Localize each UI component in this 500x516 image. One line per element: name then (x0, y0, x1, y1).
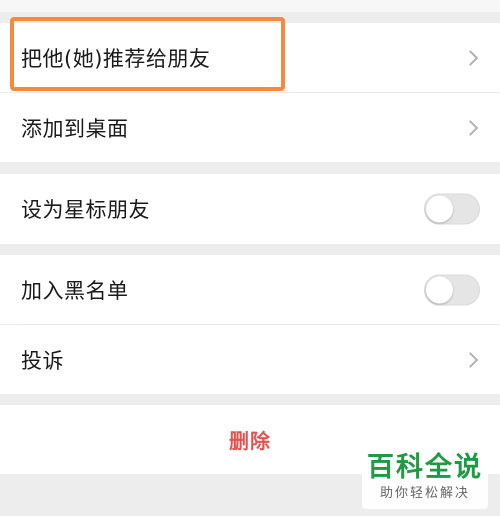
star-friend-toggle[interactable] (424, 193, 480, 225)
add-to-desktop-label: 添加到桌面 (21, 116, 129, 141)
star-friend-label: 设为星标朋友 (21, 198, 150, 222)
chevron-right-icon (462, 119, 479, 136)
watermark-title: 百科全说 (367, 452, 483, 483)
chevron-right-icon (462, 351, 479, 368)
blacklist-label: 加入黑名单 (21, 278, 129, 303)
star-friend-row: 设为星标朋友 (0, 174, 500, 244)
watermark-logo: 百科全说 助你轻松解决 (362, 451, 488, 509)
top-edge-strip (0, 0, 500, 12)
recommend-to-friend-label: 把他(她)推荐给朋友 (21, 46, 211, 71)
complain-label: 投诉 (21, 348, 64, 373)
recommend-to-friend-row[interactable]: 把他(她)推荐给朋友 (0, 23, 500, 92)
toggle-knob (426, 195, 453, 223)
blacklist-toggle[interactable] (424, 274, 480, 305)
chevron-right-icon (462, 49, 479, 66)
blacklist-row: 加入黑名单 (0, 255, 500, 324)
watermark-subtitle: 助你轻松解决 (379, 486, 470, 501)
add-to-desktop-row[interactable]: 添加到桌面 (0, 93, 500, 162)
toggle-knob (426, 276, 453, 303)
complain-row[interactable]: 投诉 (0, 325, 500, 394)
